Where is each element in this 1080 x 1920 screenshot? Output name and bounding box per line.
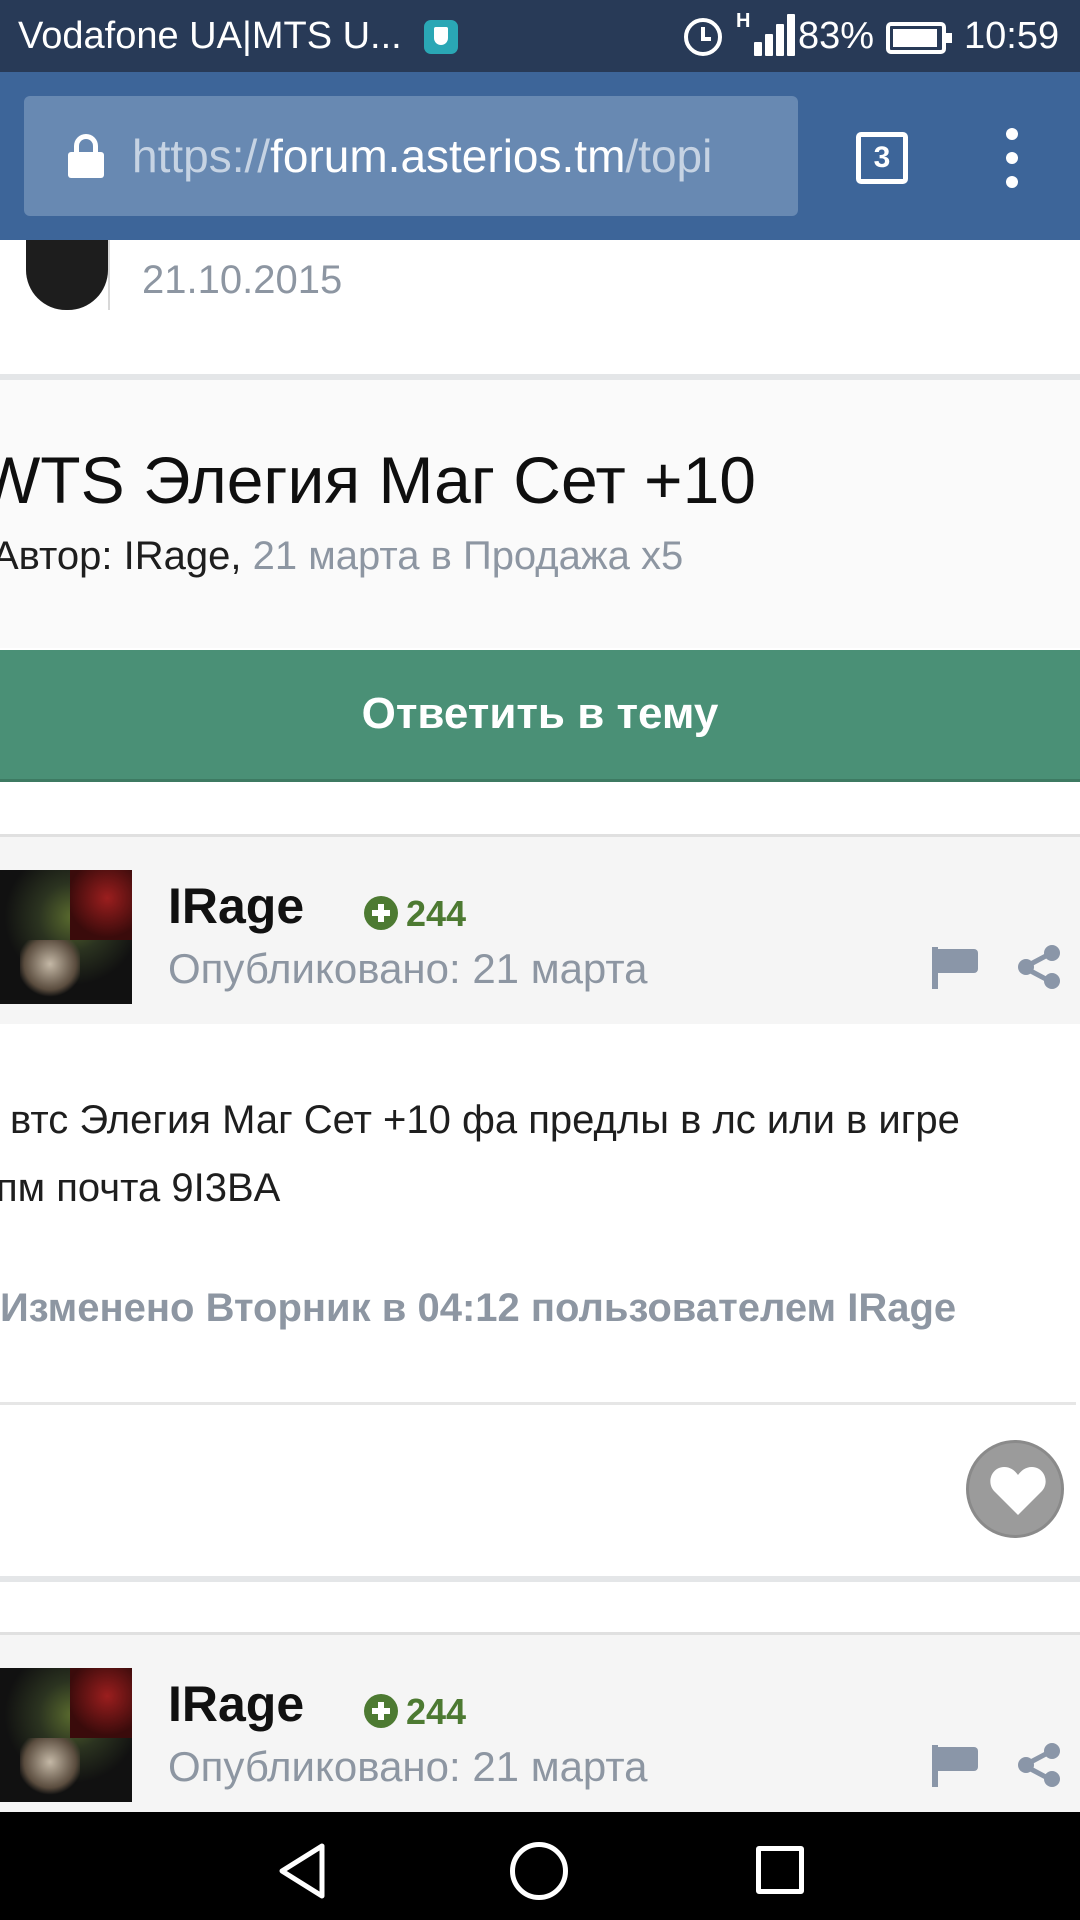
- share-icon[interactable]: [1018, 1743, 1060, 1787]
- post-header: IRage 244 Опубликовано: 21 марта: [0, 834, 1080, 1024]
- post-text-line: пм почта 9I3BA: [0, 1166, 281, 1210]
- url-scheme: https://: [132, 130, 271, 182]
- carrier-name: Vodafone UA|MTS U...: [18, 15, 402, 57]
- divider: [0, 1576, 1080, 1582]
- topic-date-forum[interactable]: 21 марта в Продажа x5: [253, 534, 684, 578]
- topic-author[interactable]: Автор: IRage,: [0, 534, 242, 578]
- vpn-shield-icon: [424, 20, 458, 54]
- alarm-icon: [684, 18, 722, 56]
- home-icon[interactable]: [510, 1842, 568, 1900]
- post-author[interactable]: IRage: [168, 877, 304, 935]
- avatar[interactable]: [0, 870, 132, 1004]
- avatar[interactable]: [0, 1668, 132, 1802]
- post-author[interactable]: IRage: [168, 1675, 304, 1733]
- post-header: IRage 244 Опубликовано: 21 марта: [0, 1632, 1080, 1822]
- post-published-date: Опубликовано: 21 марта: [168, 1743, 648, 1790]
- topic-header: WTS Элегия Маг Сет +10 Автор: IRage, 21 …: [0, 380, 1080, 648]
- reputation-count: 244: [406, 893, 467, 934]
- flag-icon[interactable]: [932, 1745, 978, 1787]
- edited-note: Изменено Вторник в 04:12 пользователем I…: [0, 1286, 957, 1330]
- tabs-icon[interactable]: 3: [856, 132, 908, 184]
- avatar[interactable]: [0, 240, 110, 310]
- battery-percent: 83%: [798, 15, 875, 57]
- navigation-bar: [0, 1812, 1080, 1920]
- lock-icon: [66, 132, 106, 180]
- reply-button[interactable]: Ответить в тему: [0, 650, 1080, 782]
- reputation-plus-icon: [364, 1694, 398, 1729]
- status-bar: Vodafone UA|MTS U... H 83% 10:59: [0, 0, 1080, 72]
- flag-icon[interactable]: [932, 947, 978, 989]
- reputation-badge: 244: [364, 893, 466, 935]
- post-text-line: втс Элегия Маг Сет +10 фа предлы в лс ил…: [10, 1098, 960, 1142]
- url-text[interactable]: https://forum.asterios.tm/topi: [132, 126, 712, 186]
- address-bar[interactable]: https://forum.asterios.tm/topi: [24, 96, 798, 216]
- previous-item-date: 21.10.2015: [142, 258, 343, 302]
- page-title: WTS Элегия Маг Сет +10: [0, 443, 756, 517]
- url-host: forum.asterios.tm: [270, 130, 626, 182]
- reputation-badge: 244: [364, 1691, 466, 1733]
- heart-icon: [990, 1467, 1046, 1515]
- reputation-count: 244: [406, 1691, 467, 1732]
- topic-meta: Автор: IRage, 21 марта в Продажа x5: [0, 534, 683, 579]
- battery-icon: [886, 22, 952, 54]
- post-published-date: Опубликовано: 21 марта: [168, 945, 648, 992]
- clock: 10:59: [964, 15, 1060, 57]
- recent-apps-icon[interactable]: [756, 1846, 804, 1894]
- like-button[interactable]: [966, 1440, 1064, 1538]
- more-menu-icon[interactable]: [996, 128, 1026, 188]
- share-icon[interactable]: [1018, 945, 1060, 989]
- back-icon[interactable]: [276, 1842, 328, 1900]
- browser-toolbar: https://forum.asterios.tm/topi 3: [0, 72, 1080, 240]
- reputation-plus-icon: [364, 896, 398, 931]
- signal-icon: H: [736, 10, 795, 56]
- network-type: H: [736, 10, 751, 32]
- divider: [0, 1402, 1076, 1405]
- url-path: /topi: [625, 130, 713, 182]
